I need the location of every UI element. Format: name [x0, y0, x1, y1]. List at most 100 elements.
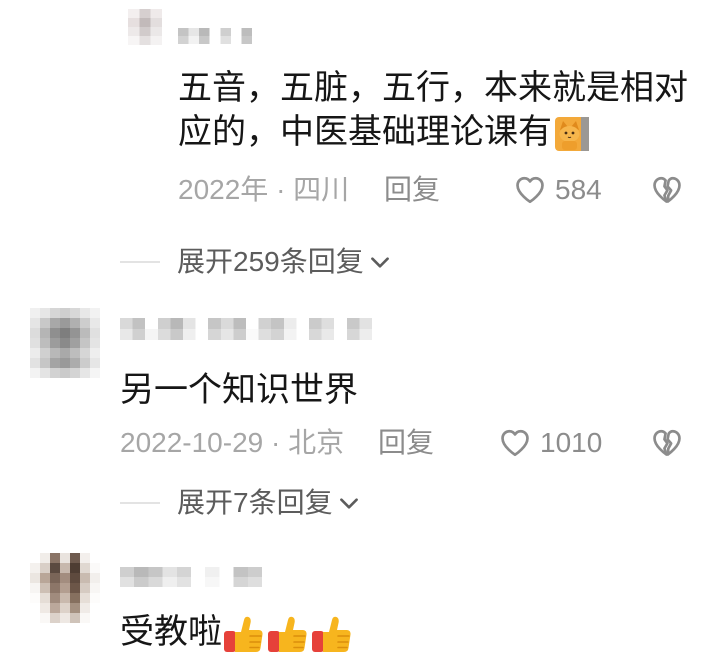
comment-text: 受教啦: [120, 610, 680, 654]
mosaic-cell: [90, 318, 100, 329]
expand-replies-label: 展开7条回复: [177, 487, 333, 518]
mosaic-cell: [40, 553, 51, 564]
username-redacted[interactable]: [178, 28, 252, 44]
like-button[interactable]: 1010: [498, 425, 602, 461]
mosaic-cell: [70, 318, 81, 329]
mosaic-cell: [188, 28, 200, 37]
mosaic-cell: [209, 36, 221, 44]
mosaic-cell: [219, 567, 234, 578]
mosaic-cell: [30, 553, 41, 564]
mosaic-cell: [70, 563, 81, 574]
mosaic-cell: [150, 36, 162, 45]
reply-button[interactable]: 回复: [384, 172, 440, 208]
mosaic-cell: [40, 613, 51, 623]
comment-text-content: 五音，五脏，五行，本来就是相对应的，中医基础理论课有: [178, 69, 688, 151]
mosaic-cell: [40, 338, 51, 349]
mosaic-cell: [246, 318, 259, 330]
comment-text-content: 另一个知识世界: [120, 371, 358, 409]
cat-emoji: [554, 116, 590, 152]
mosaic-cell: [80, 328, 91, 339]
mosaic-cell: [359, 329, 372, 340]
avatar[interactable]: [30, 553, 100, 623]
mosaic-cell: [157, 329, 171, 340]
mosaic-cell: [128, 27, 140, 37]
dislike-button[interactable]: [650, 172, 684, 208]
mosaic-cell: [50, 563, 61, 574]
mosaic-cell: [40, 573, 51, 584]
mosaic-cell: [233, 577, 249, 587]
mosaic-cell: [321, 329, 335, 340]
mosaic-cell: [139, 27, 151, 37]
mosaic-cell: [90, 348, 100, 359]
mosaic-cell: [90, 338, 100, 349]
mosaic-cell: [258, 329, 272, 340]
mosaic-cell: [139, 9, 151, 19]
mosaic-cell: [70, 613, 81, 623]
mosaic-cell: [40, 583, 51, 594]
thumbs-up-emoji: [266, 614, 310, 654]
mosaic-cell: [296, 329, 310, 340]
mosaic-cell: [70, 603, 81, 614]
mosaic-cell: [205, 567, 220, 578]
mosaic-cell: [30, 308, 41, 319]
mosaic-cell: [90, 603, 100, 614]
mosaic-cell: [30, 573, 41, 584]
mosaic-cell: [139, 18, 151, 28]
username-redacted[interactable]: [120, 567, 262, 587]
mosaic-cell: [50, 583, 61, 594]
mosaic-cell: [40, 603, 51, 614]
mosaic-cell: [128, 36, 140, 45]
mosaic-cell: [40, 593, 51, 604]
reply-button[interactable]: 回复: [378, 425, 434, 461]
like-button[interactable]: 584: [513, 172, 602, 208]
mosaic-cell: [208, 329, 222, 340]
mosaic-cell: [120, 318, 133, 330]
mosaic-cell: [134, 577, 149, 587]
mosaic-cell: [70, 553, 81, 564]
mosaic-cell: [80, 553, 91, 564]
mosaic-cell: [139, 36, 151, 45]
mosaic-cell: [120, 567, 135, 578]
expand-replies-button[interactable]: 展开259条回复: [177, 244, 390, 280]
mosaic-cell: [233, 567, 249, 578]
mosaic-cell: [70, 358, 81, 369]
mosaic-cell: [296, 318, 310, 330]
mosaic-cell: [241, 28, 252, 37]
mosaic-cell: [30, 583, 41, 594]
mosaic-cell: [309, 329, 322, 340]
mosaic-cell: [70, 308, 81, 319]
mosaic-cell: [80, 348, 91, 359]
mosaic-cell: [120, 577, 135, 587]
mosaic-cell: [60, 583, 71, 594]
mosaic-cell: [346, 318, 360, 330]
mosaic-cell: [30, 338, 41, 349]
mosaic-cell: [30, 318, 41, 329]
mosaic-cell: [70, 328, 81, 339]
mosaic-cell: [30, 563, 41, 574]
broken-heart-icon: [653, 429, 681, 456]
username-redacted[interactable]: [120, 318, 372, 340]
mosaic-cell: [233, 329, 247, 340]
comment-text: 另一个知识世界: [120, 368, 680, 412]
mosaic-cell: [90, 593, 100, 604]
mosaic-cell: [134, 567, 149, 578]
mosaic-cell: [60, 563, 71, 574]
heart-outline-icon: [516, 176, 544, 204]
avatar[interactable]: [30, 308, 100, 378]
mosaic-cell: [80, 318, 91, 329]
broken-heart-icon: [653, 176, 681, 203]
mosaic-cell: [30, 593, 41, 604]
mosaic-cell: [40, 358, 51, 369]
dislike-button[interactable]: [650, 425, 684, 461]
mosaic-cell: [80, 613, 91, 623]
mosaic-cell: [150, 9, 162, 19]
mosaic-cell: [120, 329, 133, 340]
mosaic-cell: [309, 318, 322, 330]
expand-replies-button[interactable]: 展开7条回复: [177, 485, 359, 521]
mosaic-cell: [60, 338, 71, 349]
mosaic-cell: [170, 329, 184, 340]
mosaic-cell: [60, 328, 71, 339]
avatar[interactable]: [128, 9, 162, 45]
mosaic-cell: [148, 567, 163, 578]
mosaic-cell: [60, 318, 71, 329]
